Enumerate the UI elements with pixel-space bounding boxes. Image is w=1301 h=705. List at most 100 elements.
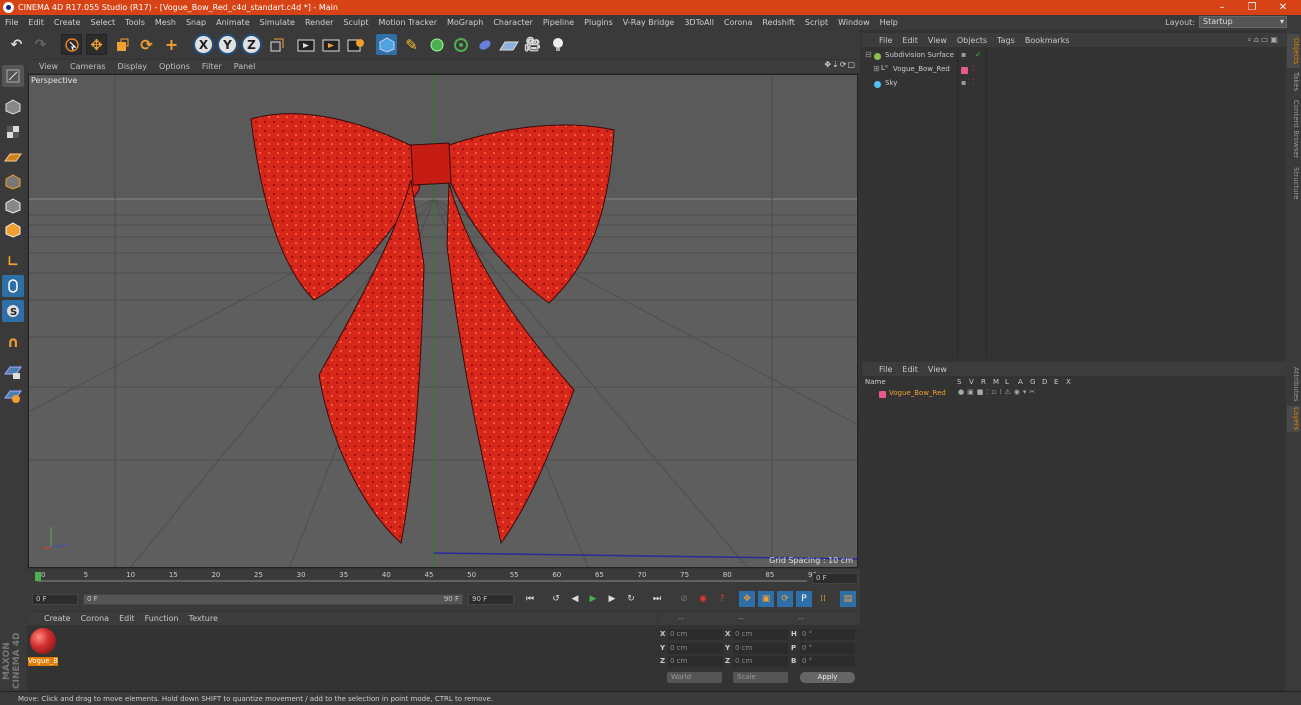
- render-settings-icon[interactable]: [345, 34, 366, 55]
- menu-sculpt[interactable]: Sculpt: [338, 18, 373, 27]
- object-menu-view[interactable]: View: [923, 36, 952, 45]
- tab-takes[interactable]: Takes: [1287, 70, 1300, 94]
- object-menu-bookmarks[interactable]: Bookmarks: [1020, 36, 1075, 45]
- position-z-field[interactable]: 0 cm: [668, 656, 723, 667]
- menu-corona[interactable]: Corona: [719, 18, 757, 27]
- rotation-h-field[interactable]: 0 °: [800, 629, 855, 640]
- model-mode-icon[interactable]: [2, 96, 24, 118]
- live-selection-icon[interactable]: [61, 34, 82, 55]
- end-frame-field[interactable]: 90 F: [468, 594, 514, 605]
- tab-structure[interactable]: Structure: [1287, 164, 1300, 202]
- layer-menu-edit[interactable]: Edit: [897, 365, 923, 374]
- edges-mode-icon[interactable]: [2, 195, 24, 217]
- current-frame-field[interactable]: 0 F: [812, 573, 858, 584]
- key-position-icon[interactable]: ✥: [739, 591, 755, 607]
- object-row-bow[interactable]: ⊞ L⁰ Vogue_Bow_Red ▪ ⁚: [862, 64, 1286, 77]
- viewport-navigation-icons[interactable]: ✥⇣⟳▢: [824, 60, 856, 69]
- planar-workplane-icon[interactable]: [2, 385, 24, 407]
- menu-character[interactable]: Character: [488, 18, 538, 27]
- array-icon[interactable]: [450, 34, 471, 55]
- menu-mesh[interactable]: Mesh: [150, 18, 181, 27]
- rotation-b-field[interactable]: 0 °: [800, 656, 855, 667]
- workplane-icon[interactable]: [2, 146, 24, 168]
- restore-button[interactable]: ❐: [1237, 0, 1267, 15]
- material-name-label[interactable]: Vogue_Bow_Red: [28, 657, 58, 666]
- expand-icon[interactable]: ⊟: [865, 50, 872, 59]
- menu-create[interactable]: Create: [49, 18, 86, 27]
- record-keys-icon[interactable]: ⊘: [676, 591, 692, 607]
- layer-menu-view[interactable]: View: [923, 365, 952, 374]
- texture-mode-icon[interactable]: [2, 121, 24, 143]
- coordinate-system-icon[interactable]: [266, 34, 287, 55]
- render-to-picture-viewer-icon[interactable]: [320, 34, 341, 55]
- add-transform-icon[interactable]: +: [161, 34, 182, 55]
- menu-simulate[interactable]: Simulate: [255, 18, 300, 27]
- axis-mode-icon[interactable]: ∟: [2, 251, 24, 273]
- previous-frame-icon[interactable]: ◀: [567, 591, 583, 607]
- menu-pipeline[interactable]: Pipeline: [538, 18, 579, 27]
- menu-help[interactable]: Help: [875, 18, 903, 27]
- points-mode-icon[interactable]: [2, 171, 24, 193]
- render-view-icon[interactable]: [295, 34, 316, 55]
- y-axis-lock[interactable]: Y: [217, 34, 238, 55]
- frame-range-slider[interactable]: 0 F 90 F: [83, 594, 463, 605]
- layout-dropdown[interactable]: Startup: [1199, 16, 1287, 28]
- material-menu-create[interactable]: Create: [39, 614, 76, 623]
- camera-icon[interactable]: 🎥︎: [522, 34, 543, 55]
- viewport-menu-filter[interactable]: Filter: [196, 62, 228, 71]
- tweak-mode-icon[interactable]: [2, 275, 24, 297]
- deformer-icon[interactable]: [474, 34, 495, 55]
- next-key-icon[interactable]: ↻: [623, 591, 639, 607]
- menu-motion-tracker[interactable]: Motion Tracker: [373, 18, 442, 27]
- visibility-dots-icon[interactable]: ▪: [961, 50, 966, 59]
- render-visibility-icon[interactable]: ⁚: [972, 64, 975, 73]
- viewport-menu-view[interactable]: View: [33, 62, 64, 71]
- viewport-menu-cameras[interactable]: Cameras: [64, 62, 112, 71]
- material-menu-edit[interactable]: Edit: [114, 614, 140, 623]
- key-rotation-icon[interactable]: ⟳: [777, 591, 793, 607]
- make-editable-icon[interactable]: [2, 65, 24, 87]
- minimize-button[interactable]: –: [1207, 0, 1237, 15]
- position-y-field[interactable]: 0 cm: [668, 643, 723, 654]
- subdivision-surface-icon[interactable]: [426, 34, 447, 55]
- material-menu-function[interactable]: Function: [140, 614, 184, 623]
- object-menu-objects[interactable]: Objects: [952, 36, 992, 45]
- tab-attributes[interactable]: Attributes: [1287, 364, 1300, 404]
- position-x-field[interactable]: 0 cm: [668, 629, 723, 640]
- timeline-ruler[interactable]: 051015202530354045505560657075808590 0 F: [27, 569, 860, 589]
- tab-objects[interactable]: Objects: [1287, 34, 1300, 68]
- keyframe-selection-icon[interactable]: ?: [714, 591, 730, 607]
- tab-layers[interactable]: Layers: [1287, 406, 1300, 432]
- menu-select[interactable]: Select: [85, 18, 120, 27]
- object-menu-file[interactable]: File: [874, 36, 897, 45]
- key-pla-icon[interactable]: ⁞⁞: [815, 591, 831, 607]
- go-to-end-icon[interactable]: ⏭: [649, 591, 665, 607]
- close-button[interactable]: ✕: [1268, 0, 1298, 15]
- go-to-start-icon[interactable]: ⏮: [522, 591, 538, 607]
- scale-dropdown[interactable]: Scale: [733, 672, 788, 683]
- z-axis-lock[interactable]: Z: [241, 34, 262, 55]
- layer-row[interactable]: Vogue_Bow_Red ●▣■⁚▫⁞⚠◉▾✂: [862, 388, 1286, 401]
- layer-name[interactable]: Vogue_Bow_Red: [889, 389, 946, 397]
- menu-tools[interactable]: Tools: [120, 18, 150, 27]
- menu-vray-bridge[interactable]: V-Ray Bridge: [618, 18, 680, 27]
- timeline-window-icon[interactable]: ▤: [840, 591, 856, 607]
- undo-icon[interactable]: ↶: [6, 34, 27, 55]
- viewport-menu-panel[interactable]: Panel: [228, 62, 262, 71]
- layer-toggle-icons[interactable]: ●▣■⁚▫⁞⚠◉▾✂: [958, 388, 1038, 396]
- enabled-check-icon[interactable]: ✓: [975, 50, 982, 59]
- object-row-subdivision[interactable]: ⊟ Subdivision Surface ▪ ✓: [862, 50, 1286, 63]
- snap-icon[interactable]: S: [2, 300, 24, 322]
- move-icon[interactable]: ✥: [86, 34, 107, 55]
- size-x-field[interactable]: 0 cm: [733, 629, 788, 640]
- menu-file[interactable]: File: [0, 18, 23, 27]
- tab-content-browser[interactable]: Content Browser: [1287, 96, 1300, 162]
- object-menu-edit[interactable]: Edit: [897, 36, 923, 45]
- menu-window[interactable]: Window: [833, 18, 875, 27]
- redo-icon[interactable]: ↷: [30, 34, 51, 55]
- next-frame-icon[interactable]: ▶: [604, 591, 620, 607]
- rotation-p-field[interactable]: 0 °: [800, 643, 855, 654]
- menu-edit[interactable]: Edit: [23, 18, 49, 27]
- perspective-viewport[interactable]: Perspective Grid Spacing : 10 cm: [28, 74, 858, 568]
- start-frame-field[interactable]: 0 F: [32, 594, 78, 605]
